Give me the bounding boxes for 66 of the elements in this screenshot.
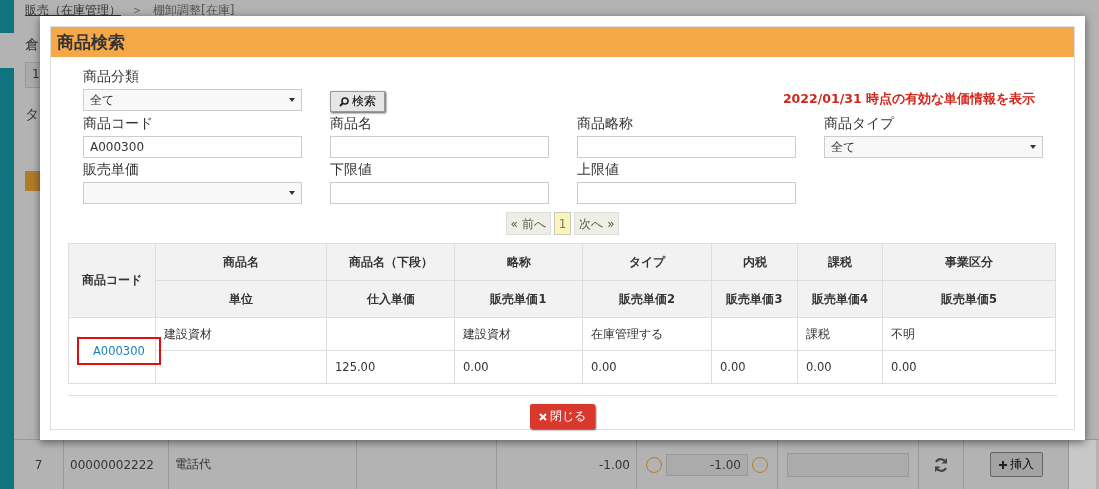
table-cell: 不明 [882,317,1056,351]
table-cell: 建設資材 [454,317,583,351]
next-page-button[interactable]: 次へ » [574,212,620,235]
notice-text: 2022/01/31 時点の有効な単価情報を表示 [782,91,1035,108]
text-field[interactable] [330,182,549,204]
table-cell: 0.00 [797,350,883,384]
select-field[interactable] [83,182,302,204]
breadcrumb-separator: ＞ [131,2,143,19]
field-label: 販売単価 [83,160,140,179]
refresh-icon[interactable] [933,456,949,473]
text-field[interactable] [787,452,909,477]
field-label: 商品コード [83,114,154,133]
field-label: 商品略称 [577,114,634,133]
field-label: 倉 [25,36,39,54]
breadcrumb-link[interactable]: 販売（在庫管理） [25,2,121,19]
search-icon [339,96,349,107]
table-cell: 課税 [797,317,883,351]
column-header: 事業区分 [882,243,1056,281]
table-cell: 0.00 [711,350,798,384]
column-header: 販売単価2 [582,280,712,318]
column-header: 販売単価4 [797,280,883,318]
text-field[interactable] [577,136,796,158]
column-header: 仕入単価 [326,280,455,318]
scrollbar[interactable] [1069,440,1096,489]
column-header: 販売単価3 [711,280,798,318]
select-field[interactable]: 全て [824,136,1043,158]
column-header: 課税 [797,243,883,281]
column-header: 商品名（下段） [326,243,455,281]
close-button[interactable]: 閉じる [530,404,595,429]
table-cell: 0.00 [582,350,712,384]
text-field[interactable] [577,182,796,204]
text-field[interactable] [330,136,549,158]
column-header: 商品名 [155,243,327,281]
field-label: 下限値 [330,160,373,179]
quantity-field[interactable]: -1.00 [666,453,748,476]
table-cell: 建設資材 [155,317,327,351]
column-header: 販売単価1 [454,280,583,318]
dialog-title: 商品検索 [51,27,1074,57]
caret-icon [289,191,295,195]
table-cell: 125.00 [326,350,455,384]
column-header: 内税 [711,243,798,281]
insert-button[interactable]: 挿入 [989,452,1043,477]
field-label: タ [25,106,39,124]
column-header: 単位 [155,280,327,318]
table-cell: 0.00 [454,350,583,384]
column-header: 販売単価5 [882,280,1056,318]
text-field[interactable]: 1 [25,62,40,88]
caret-icon [289,98,295,102]
column-header: タイプ [582,243,712,281]
caret-icon [1030,145,1036,149]
close-icon [539,412,547,421]
table-cell: 在庫管理する [582,317,712,351]
field-label: 商品名 [330,114,373,133]
field-label: 上限値 [577,160,620,179]
product-code-link[interactable]: A000300 [77,336,161,365]
search-button[interactable]: 検索 [330,91,385,112]
field-label: 商品タイプ [824,114,896,133]
column-header: 商品コード [68,243,156,318]
select-field[interactable]: 全て [83,89,302,111]
column-header: 略称 [454,243,583,281]
breadcrumb-item: 棚卸調整[在庫] [153,2,235,19]
field-label: 商品分類 [83,67,140,86]
table-cell: 0.00 [882,350,1056,384]
page-button[interactable]: 1 [553,212,572,235]
prev-page-button[interactable]: « 前へ [505,212,551,235]
text-field[interactable]: A000300 [83,136,302,158]
